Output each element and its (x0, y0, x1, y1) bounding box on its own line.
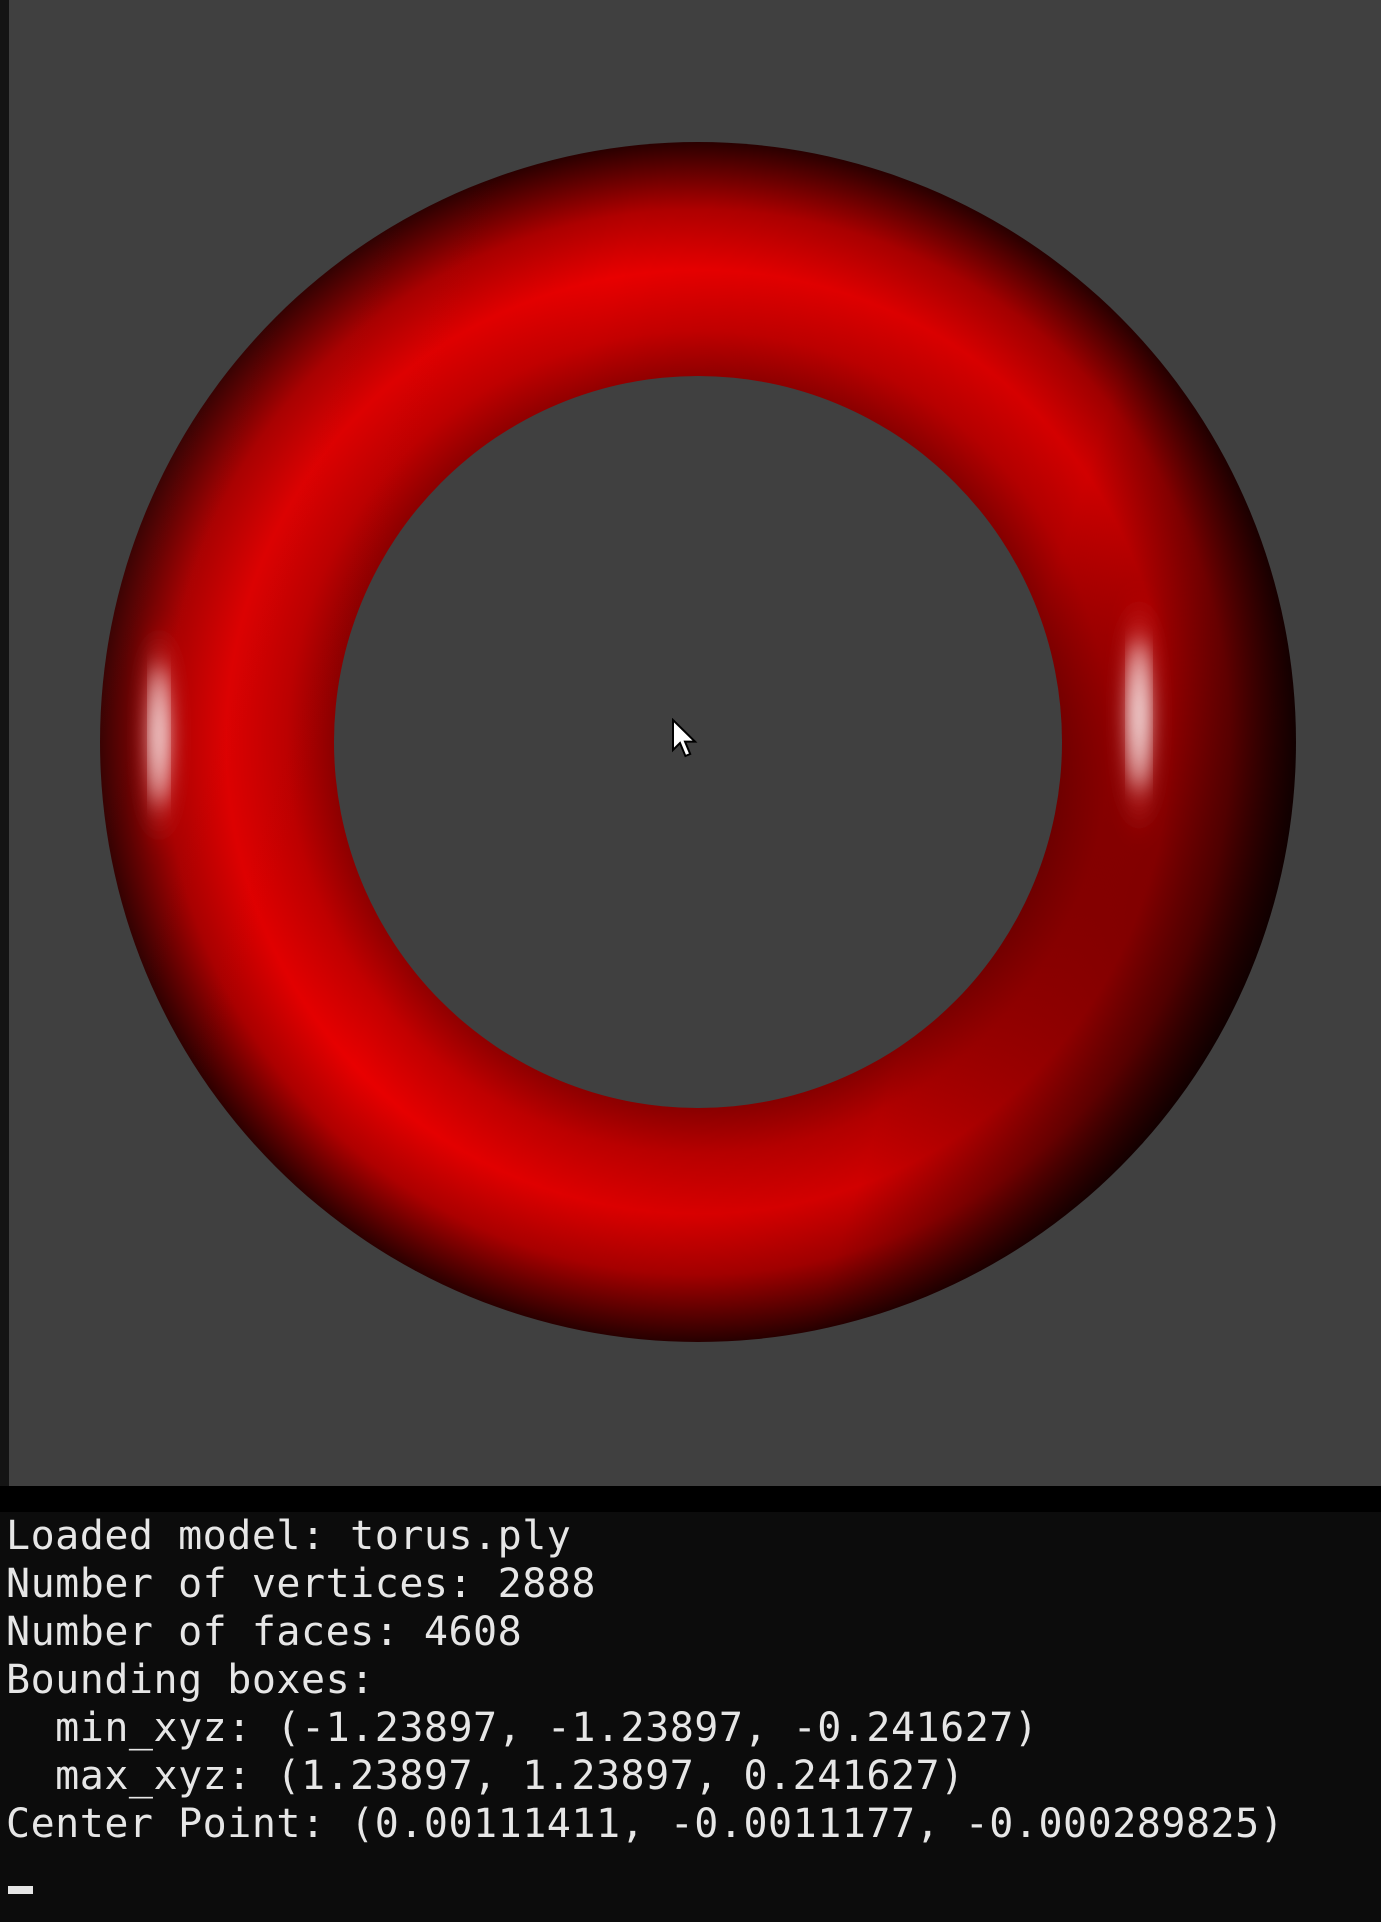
console-line-loaded-model: Loaded model: torus.ply (6, 1513, 572, 1559)
mouse-cursor-icon (672, 718, 698, 758)
console-line-min-xyz: min_xyz: (-1.23897, -1.23897, -0.241627) (6, 1705, 1039, 1751)
console-line-vertices: Number of vertices: 2888 (6, 1561, 596, 1607)
console-line-faces: Number of faces: 4608 (6, 1609, 523, 1655)
console-line-max-xyz: max_xyz: (1.23897, 1.23897, 0.241627) (6, 1753, 965, 1799)
console-separator (0, 1486, 1381, 1512)
console-output[interactable]: Loaded model: torus.ply Number of vertic… (0, 1512, 1381, 1922)
console-line-bounding-boxes: Bounding boxes: (6, 1657, 375, 1703)
console-text-cursor (8, 1886, 33, 1894)
application-window: Loaded model: torus.ply Number of vertic… (0, 0, 1381, 1922)
3d-viewport[interactable] (9, 0, 1381, 1486)
console-line-center-point: Center Point: (0.00111411, -0.0011177, -… (6, 1801, 1285, 1847)
window-left-border (0, 0, 9, 1486)
